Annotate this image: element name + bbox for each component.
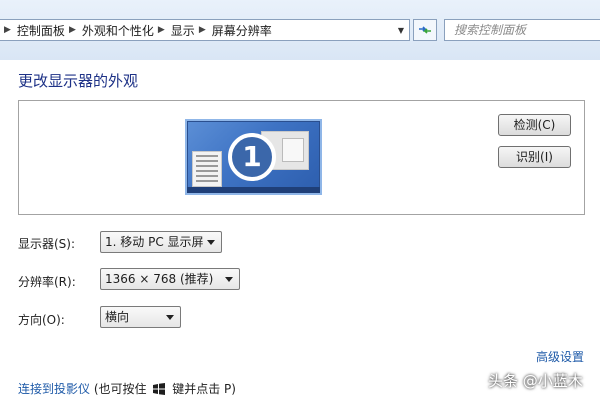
- breadcrumb-control-panel[interactable]: 控制面板: [17, 22, 65, 39]
- search-placeholder: 搜索控制面板: [454, 23, 527, 37]
- breadcrumb-chevron-icon[interactable]: ▶: [4, 25, 11, 35]
- resolution-label: 分辨率(R):: [18, 275, 76, 289]
- chevron-down-icon: [166, 315, 174, 320]
- watermark: 头条 @小蓝木: [488, 372, 583, 390]
- orientation-select-value: 横向: [105, 310, 130, 324]
- breadcrumb-chevron-icon[interactable]: ▶: [69, 25, 76, 35]
- projector-line: 连接到投影仪 (也可按住 键并点击 P): [18, 380, 236, 397]
- monitor-window-icon: [192, 151, 222, 187]
- breadcrumb-appearance[interactable]: 外观和个性化: [82, 22, 154, 39]
- display-select-value: 1. 移动 PC 显示屏: [105, 235, 204, 249]
- connect-projector-link[interactable]: 连接到投影仪: [18, 382, 90, 396]
- windows-logo-icon: [153, 383, 166, 395]
- monitor-taskbar: [187, 187, 320, 193]
- projector-hint-suffix: 键并点击 P): [172, 382, 236, 396]
- identify-button[interactable]: 识别(I): [498, 146, 571, 168]
- display-label: 显示器(S):: [18, 237, 76, 251]
- refresh-icon: [419, 26, 431, 34]
- orientation-label: 方向(O):: [18, 313, 65, 327]
- display-select[interactable]: 1. 移动 PC 显示屏: [100, 231, 222, 253]
- projector-hint-prefix: (也可按住: [93, 382, 147, 396]
- resolution-select[interactable]: 1366 × 768 (推荐): [100, 268, 240, 290]
- breadcrumb-display[interactable]: 显示: [171, 22, 195, 39]
- breadcrumb-chevron-icon[interactable]: ▶: [199, 25, 206, 35]
- orientation-select[interactable]: 横向: [100, 306, 181, 328]
- monitor-1-thumbnail[interactable]: 1: [185, 119, 322, 195]
- breadcrumb-screen-resolution[interactable]: 屏幕分辨率: [212, 22, 272, 39]
- address-dropdown-icon[interactable]: ▼: [393, 20, 409, 40]
- advanced-settings-link[interactable]: 高级设置: [536, 348, 584, 365]
- refresh-button[interactable]: [413, 19, 437, 41]
- chevron-down-icon: [225, 277, 233, 282]
- breadcrumb-chevron-icon[interactable]: ▶: [158, 25, 165, 35]
- search-input[interactable]: 搜索控制面板: [444, 19, 600, 41]
- display-preview-panel: 1 检测(C) 识别(I): [18, 100, 585, 215]
- resolution-select-value: 1366 × 768 (推荐): [105, 272, 214, 286]
- detect-button[interactable]: 检测(C): [498, 114, 571, 136]
- monitor-number-badge: 1: [228, 133, 276, 181]
- page-title: 更改显示器的外观: [18, 72, 139, 90]
- chevron-down-icon: [207, 240, 215, 245]
- address-toolbar: ▶ 控制面板 ▶ 外观和个性化 ▶ 显示 ▶ 屏幕分辨率 ▼ 搜索控制面板: [0, 0, 600, 60]
- address-bar[interactable]: ▶ 控制面板 ▶ 外观和个性化 ▶ 显示 ▶ 屏幕分辨率 ▼: [0, 19, 410, 41]
